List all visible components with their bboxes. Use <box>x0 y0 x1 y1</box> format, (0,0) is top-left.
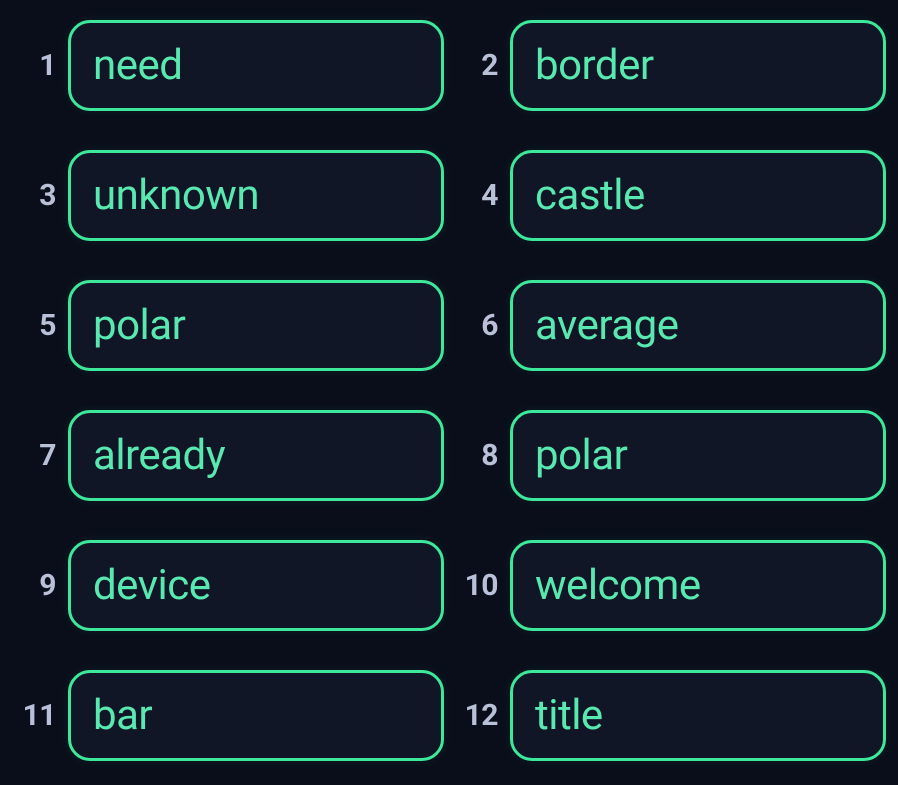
seed-word-chip[interactable]: polar <box>510 410 886 501</box>
seed-word-chip[interactable]: polar <box>68 280 444 371</box>
seed-word-chip[interactable]: device <box>68 540 444 631</box>
seed-word-number: 9 <box>12 568 68 603</box>
seed-word-chip[interactable]: title <box>510 670 886 761</box>
seed-word-chip[interactable]: unknown <box>68 150 444 241</box>
seed-word-number: 6 <box>454 308 510 343</box>
seed-word-text: polar <box>93 301 185 350</box>
seed-word-text: polar <box>535 431 627 480</box>
seed-word-chip[interactable]: average <box>510 280 886 371</box>
seed-word-9: 9 device <box>12 520 444 650</box>
seed-word-number: 7 <box>12 438 68 473</box>
seed-word-2: 2 border <box>454 0 886 130</box>
seed-word-text: border <box>535 41 654 90</box>
seed-word-chip[interactable]: welcome <box>510 540 886 631</box>
seed-word-number: 12 <box>454 698 510 733</box>
seed-word-chip[interactable]: castle <box>510 150 886 241</box>
seed-word-8: 8 polar <box>454 390 886 520</box>
seed-word-chip[interactable]: need <box>68 20 444 111</box>
seed-word-text: unknown <box>93 171 259 220</box>
seed-word-chip[interactable]: already <box>68 410 444 501</box>
seed-word-text: castle <box>535 171 645 220</box>
seed-word-number: 2 <box>454 48 510 83</box>
seed-word-number: 11 <box>12 698 68 733</box>
seed-word-5: 5 polar <box>12 260 444 390</box>
seed-word-number: 10 <box>454 568 510 603</box>
seed-phrase-grid: 1 need 2 border 3 unknown 4 castle 5 pol… <box>12 0 886 780</box>
seed-word-number: 8 <box>454 438 510 473</box>
seed-word-text: welcome <box>535 561 701 610</box>
seed-word-3: 3 unknown <box>12 130 444 260</box>
seed-word-6: 6 average <box>454 260 886 390</box>
seed-word-text: device <box>93 561 211 610</box>
seed-word-number: 4 <box>454 178 510 213</box>
seed-word-chip[interactable]: border <box>510 20 886 111</box>
seed-word-text: title <box>535 691 603 740</box>
seed-word-chip[interactable]: bar <box>68 670 444 761</box>
seed-word-number: 5 <box>12 308 68 343</box>
seed-word-number: 3 <box>12 178 68 213</box>
seed-word-text: already <box>93 431 225 480</box>
seed-word-4: 4 castle <box>454 130 886 260</box>
seed-word-number: 1 <box>12 48 68 83</box>
seed-word-text: average <box>535 301 679 350</box>
seed-word-11: 11 bar <box>12 650 444 780</box>
seed-word-12: 12 title <box>454 650 886 780</box>
seed-word-text: bar <box>93 691 152 740</box>
seed-word-10: 10 welcome <box>454 520 886 650</box>
seed-word-1: 1 need <box>12 0 444 130</box>
seed-word-7: 7 already <box>12 390 444 520</box>
seed-word-text: need <box>93 41 182 90</box>
